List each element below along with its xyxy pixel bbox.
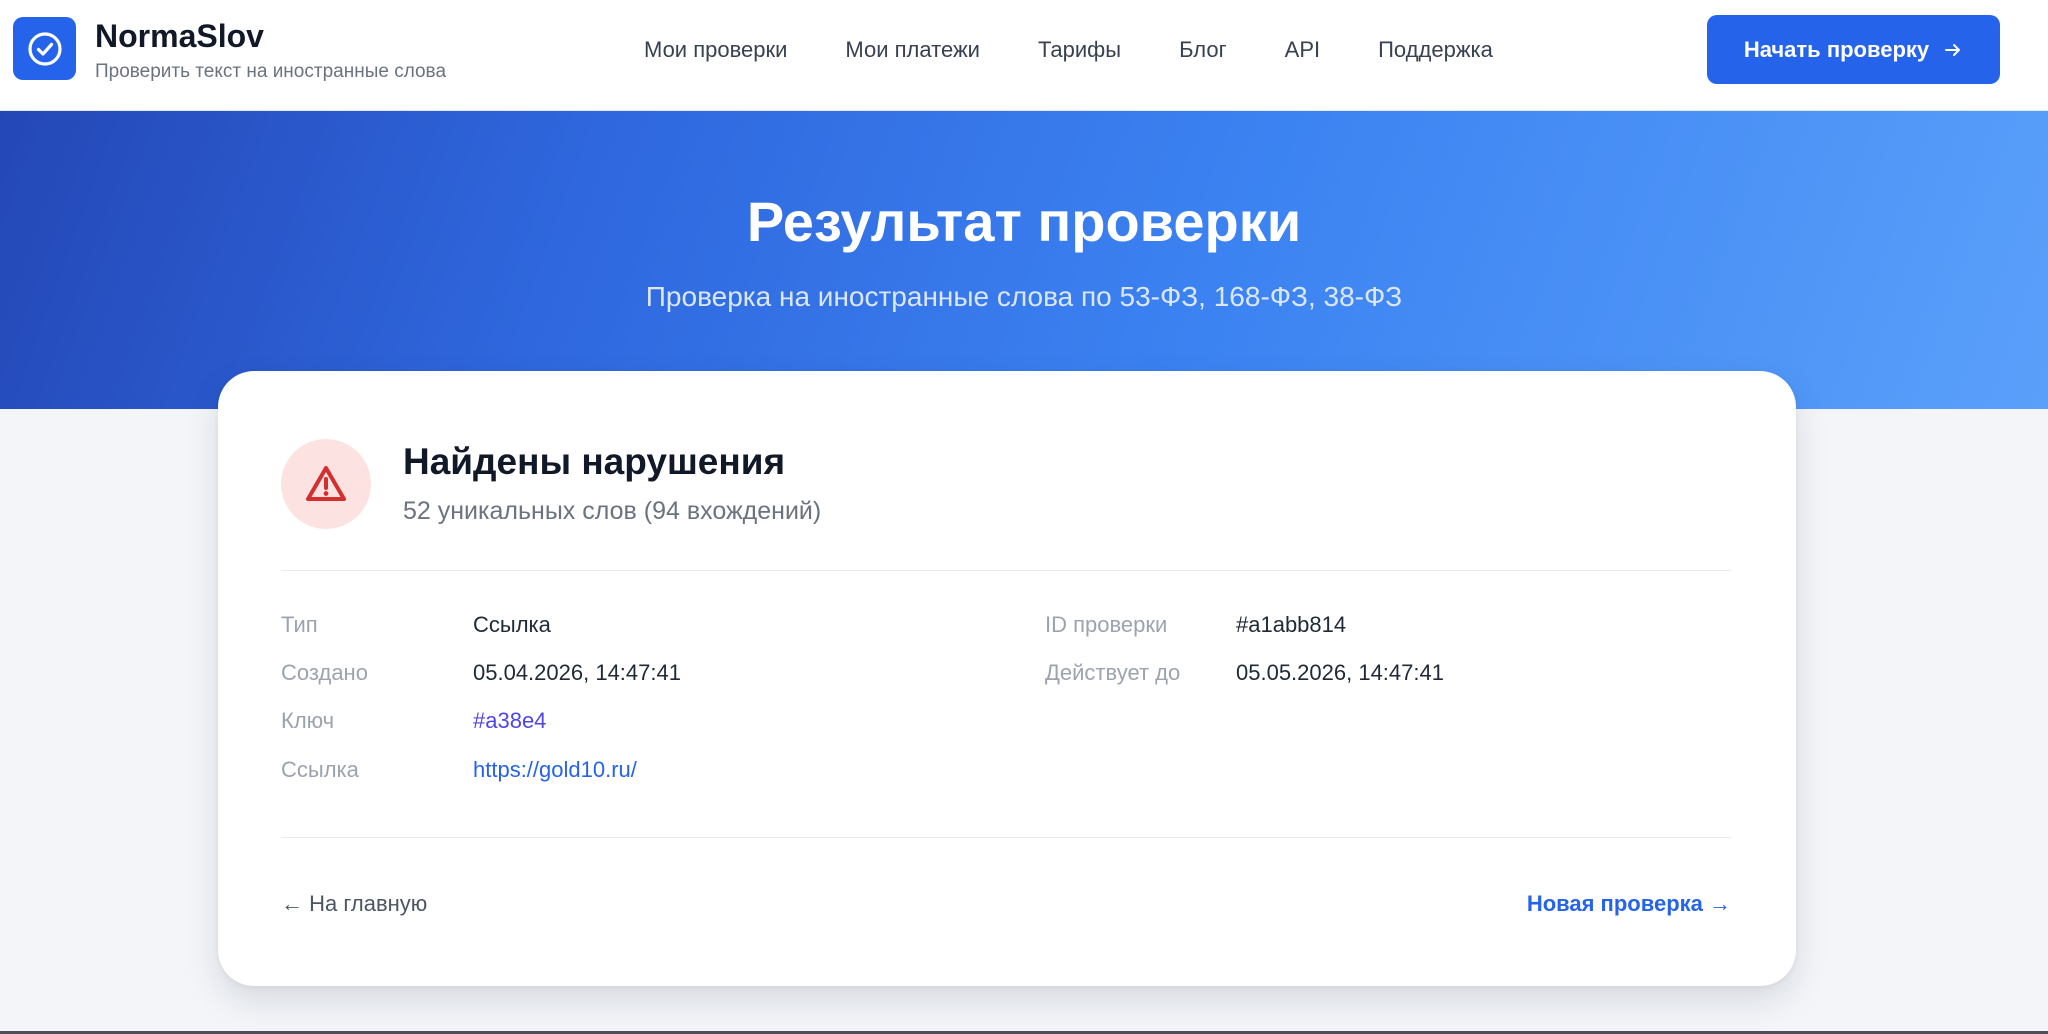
hero-banner: Результат проверки Проверка на иностранн… — [0, 111, 2048, 409]
page-title: Результат проверки — [746, 190, 1302, 253]
divider — [281, 837, 1731, 838]
field-value-key: #a38e4 — [473, 708, 547, 733]
field-value-type: Ссылка — [473, 612, 551, 637]
divider — [281, 570, 1731, 571]
field-label-type: Тип — [281, 612, 318, 637]
brand-name[interactable]: NormaSlov — [95, 18, 264, 55]
warning-triangle-icon — [306, 466, 346, 501]
nav-blog[interactable]: Блог — [1179, 34, 1227, 66]
page-subtitle: Проверка на иностранные слова по 53-ФЗ, … — [645, 281, 1403, 312]
main-nav: Мои проверки Мои платежи Тарифы Блог API… — [644, 34, 1493, 66]
start-check-button[interactable]: Начать проверку — [1707, 15, 2000, 84]
arrow-right-icon — [1945, 43, 1961, 56]
top-header: NormaSlov Проверить текст на иностранные… — [0, 0, 2048, 111]
field-value-valid-until: 05.05.2026, 14:47:41 — [1236, 660, 1444, 685]
status-summary: 52 уникальных слов (94 вхождений) — [403, 497, 822, 525]
nav-my-checks[interactable]: Мои проверки — [644, 34, 787, 66]
status-title: Найдены нарушения — [403, 441, 786, 482]
status-icon-badge — [281, 439, 371, 529]
nav-support[interactable]: Поддержка — [1378, 34, 1493, 66]
nav-api[interactable]: API — [1285, 34, 1320, 66]
logo[interactable] — [13, 17, 76, 80]
field-label-link: Ссылка — [281, 757, 359, 782]
nav-my-payments[interactable]: Мои платежи — [845, 34, 980, 66]
nav-pricing[interactable]: Тарифы — [1038, 34, 1121, 66]
field-value-check-id: #a1abb814 — [1236, 612, 1347, 637]
field-label-check-id: ID проверки — [1045, 612, 1168, 637]
start-check-label: Начать проверку — [1743, 36, 1930, 62]
field-label-created: Создано — [281, 660, 368, 685]
field-value-link[interactable]: https://gold10.ru/ — [473, 757, 637, 783]
brand-tagline: Проверить текст на иностранные слова — [95, 61, 447, 82]
field-label-valid-until: Действует до — [1045, 660, 1181, 685]
field-label-key: Ключ — [281, 708, 335, 733]
check-circle-icon — [27, 31, 62, 66]
field-value-created: 05.04.2026, 14:47:41 — [473, 660, 681, 685]
new-check-link[interactable]: Новая проверка → — [1527, 891, 1731, 917]
result-card: Найдены нарушения 52 уникальных слов (94… — [218, 371, 1796, 986]
back-home-link[interactable]: ← На главную — [281, 891, 427, 917]
